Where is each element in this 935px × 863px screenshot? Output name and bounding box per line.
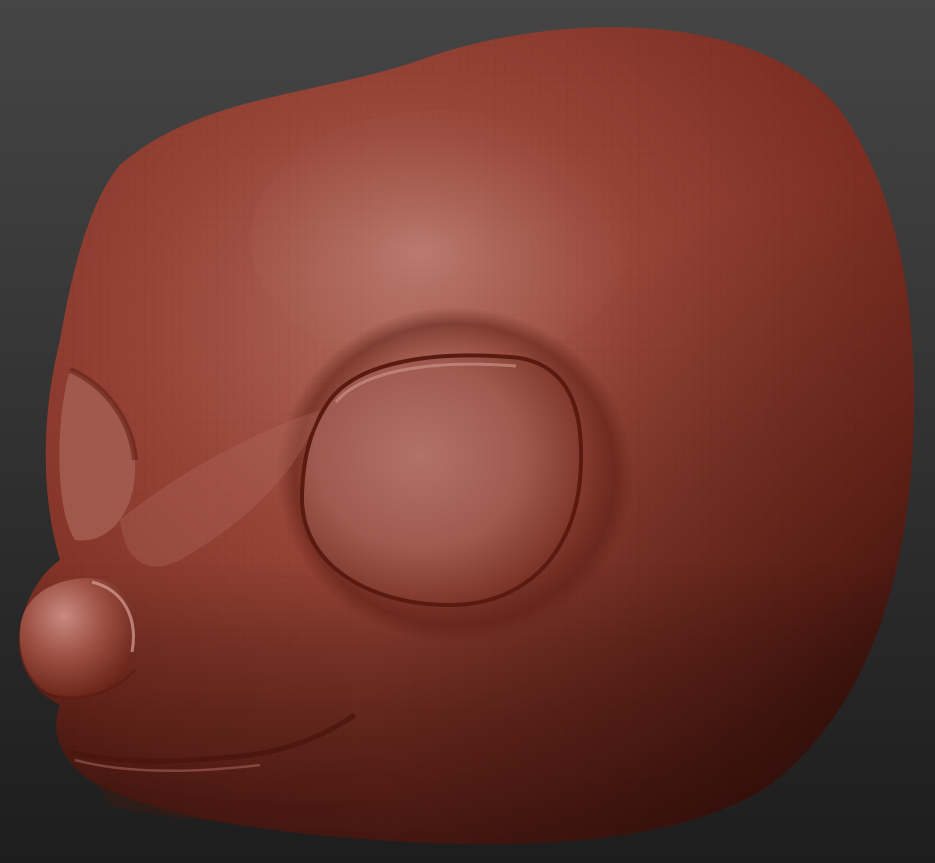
3d-viewport[interactable]: [0, 0, 935, 863]
eye: [299, 353, 584, 608]
sculpt-canvas: [19, 27, 914, 845]
